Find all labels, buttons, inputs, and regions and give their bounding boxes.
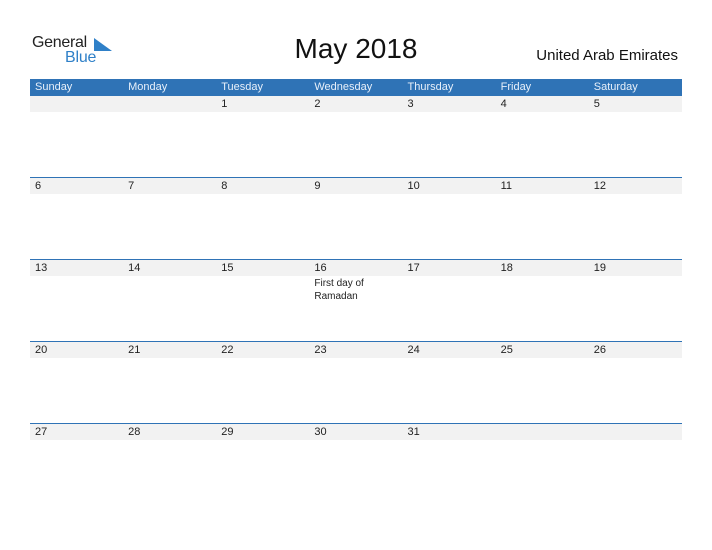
day-cell: 3 [403,96,496,177]
weekday-header: Sunday Monday Tuesday Wednesday Thursday… [30,79,682,96]
day-number: 23 [314,344,327,356]
day-cell: 13 [30,260,123,341]
day-cell: 27 [30,424,123,505]
day-number: 16 [314,262,327,274]
day-number: 6 [35,180,42,192]
day-number: 29 [221,426,234,438]
day-cell: 29 [216,424,309,505]
day-number: 19 [593,262,606,274]
day-number: 2 [314,98,321,110]
day-cell: 18 [496,260,589,341]
day-number: 3 [407,98,414,110]
week-cells: 1 2 3 4 5 [30,96,682,177]
day-cell: 17 [403,260,496,341]
week-cells: 13 14 15 16 First day of Ramadan 17 18 19 [30,260,682,341]
day-cell [30,96,123,177]
week-cells: 20 21 22 23 24 25 26 [30,342,682,423]
weekday-wednesday: Wednesday [314,81,373,93]
day-cell [496,424,589,505]
week-row: 6 7 8 9 10 11 12 [30,177,682,259]
weekday-friday: Friday [500,81,532,93]
day-cell [589,424,682,505]
day-number: 12 [593,180,606,192]
day-cell [123,96,216,177]
day-number: 24 [407,344,420,356]
week-row: 1 2 3 4 5 [30,96,682,177]
day-number: 10 [407,180,420,192]
day-cell: 25 [496,342,589,423]
day-cell: 16 First day of Ramadan [309,260,402,341]
weekday-thursday: Thursday [407,81,454,93]
country-label: United Arab Emirates [536,47,678,64]
day-cell: 26 [589,342,682,423]
day-cell: 4 [496,96,589,177]
holiday-event: First day of Ramadan [314,278,364,302]
day-cell: 30 [309,424,402,505]
week-row: 27 28 29 30 31 [30,423,682,505]
week-row: 20 21 22 23 24 25 26 [30,341,682,423]
day-cell: 2 [309,96,402,177]
day-cell: 20 [30,342,123,423]
day-cell: 24 [403,342,496,423]
day-number: 20 [35,344,48,356]
weekday-monday: Monday [128,81,168,93]
day-number: 17 [407,262,420,274]
day-cell: 5 [589,96,682,177]
day-cell: 10 [403,178,496,259]
day-number: 7 [128,180,135,192]
day-number: 31 [407,426,420,438]
day-cell: 9 [309,178,402,259]
day-number: 1 [221,98,228,110]
day-number: 15 [221,262,234,274]
day-cell: 31 [403,424,496,505]
week-row: 13 14 15 16 First day of Ramadan 17 18 19 [30,259,682,341]
day-cell: 23 [309,342,402,423]
day-cell: 12 [589,178,682,259]
day-cell: 14 [123,260,216,341]
day-number: 5 [593,98,600,110]
day-number: 30 [314,426,327,438]
day-number: 4 [500,98,507,110]
day-number: 8 [221,180,228,192]
day-number: 13 [35,262,48,274]
weekday-sunday: Sunday [35,81,73,93]
day-cell: 15 [216,260,309,341]
day-cell: 6 [30,178,123,259]
day-cell: 7 [123,178,216,259]
day-cell: 28 [123,424,216,505]
day-number: 21 [128,344,141,356]
week-cells: 6 7 8 9 10 11 12 [30,178,682,259]
day-cell: 19 [589,260,682,341]
weekday-saturday: Saturday [593,81,638,93]
weeks-container: 1 2 3 4 5 6 7 8 9 10 11 12 13 14 15 16 First day of Rama… [30,96,682,505]
day-cell: 8 [216,178,309,259]
day-number: 11 [500,180,513,192]
day-number: 22 [221,344,234,356]
day-number: 18 [500,262,513,274]
day-number: 28 [128,426,141,438]
day-cell: 21 [123,342,216,423]
day-number: 25 [500,344,513,356]
day-cell: 22 [216,342,309,423]
week-cells: 27 28 29 30 31 [30,424,682,505]
day-cell: 11 [496,178,589,259]
day-number: 9 [314,180,321,192]
calendar-grid: Sunday Monday Tuesday Wednesday Thursday… [30,79,682,505]
day-number: 14 [128,262,141,274]
day-cell: 1 [216,96,309,177]
weekday-tuesday: Tuesday [221,81,264,93]
day-number: 26 [593,344,606,356]
day-number: 27 [35,426,48,438]
